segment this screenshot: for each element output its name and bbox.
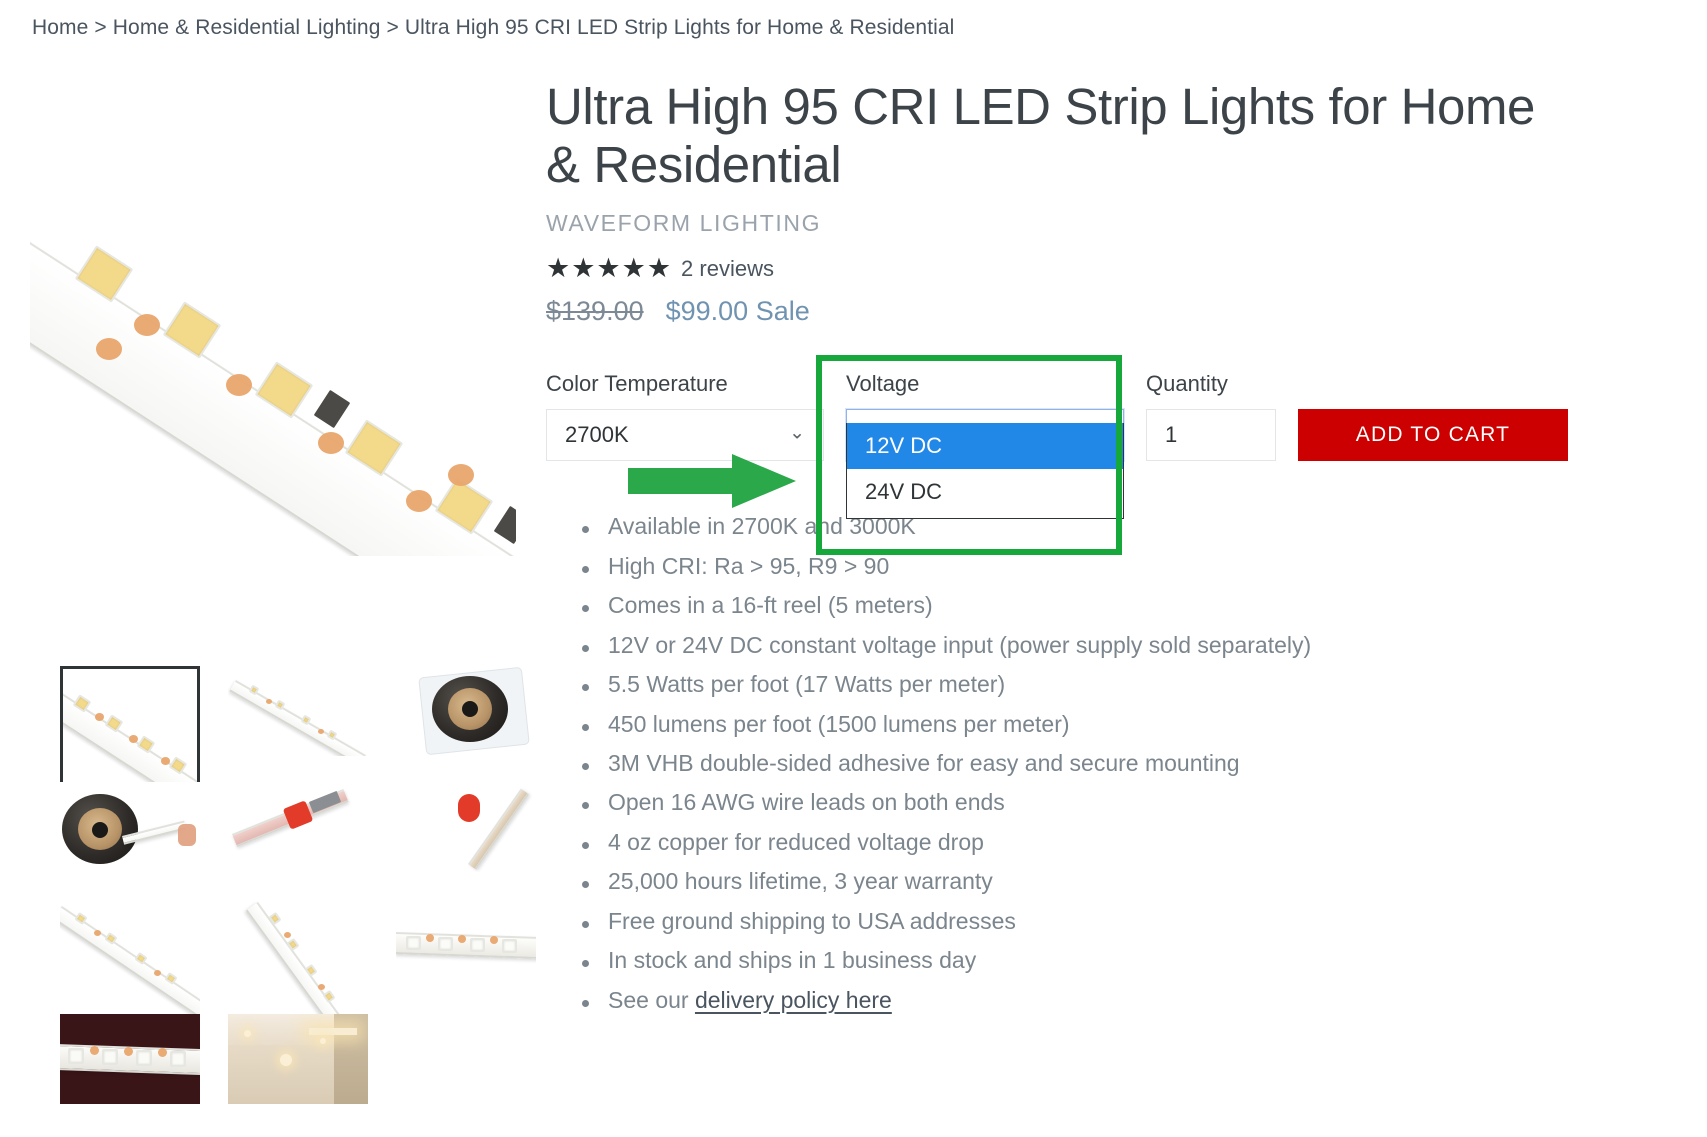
price-original: $139.00 bbox=[546, 296, 644, 327]
breadcrumb-item-category[interactable]: Home & Residential Lighting bbox=[113, 16, 381, 39]
thumbnail-reel-in-bag[interactable] bbox=[396, 666, 536, 756]
rating-row: ★★★★★ 2 reviews bbox=[546, 255, 1676, 282]
delivery-policy-link[interactable]: delivery policy here bbox=[695, 987, 892, 1013]
list-item: In stock and ships in 1 business day bbox=[582, 948, 1676, 988]
list-item: 4 oz copper for reduced voltage drop bbox=[582, 830, 1676, 870]
field-quantity: Quantity bbox=[1146, 371, 1276, 462]
thumbnail-strip-angled[interactable] bbox=[228, 666, 368, 756]
product-page: Home > Home & Residential Lighting > Ultra H… bbox=[0, 0, 1707, 1137]
thumbnail-room-install[interactable] bbox=[228, 1014, 368, 1104]
hero-image[interactable] bbox=[30, 86, 516, 556]
thumbnail-strip-steep[interactable] bbox=[228, 898, 368, 1020]
list-item-delivery: See our delivery policy here bbox=[582, 986, 1676, 1028]
list-item: Open 16 AWG wire leads on both ends bbox=[582, 791, 1676, 830]
list-item: High CRI: Ra > 95, R9 > 90 bbox=[582, 554, 1676, 594]
voltage-option-12v[interactable]: 12V DC bbox=[847, 423, 1123, 470]
breadcrumb: Home > Home & Residential Lighting > Ultra H… bbox=[32, 16, 954, 40]
product-gallery bbox=[30, 86, 536, 1104]
product-detail: Ultra High 95 CRI LED Strip Lights for H… bbox=[546, 78, 1676, 1044]
price-current: $99.00 bbox=[665, 296, 749, 327]
list-item: 3M VHB double-sided adhesive for easy an… bbox=[582, 751, 1676, 791]
breadcrumb-item-home[interactable]: Home bbox=[32, 16, 88, 39]
list-item: 5.5 Watts per foot (17 Watts per meter) bbox=[582, 672, 1676, 712]
list-item: 12V or 24V DC constant voltage input (po… bbox=[582, 633, 1676, 673]
breadcrumb-item-current: Ultra High 95 CRI LED Strip Lights for H… bbox=[404, 16, 955, 39]
list-item: 25,000 hours lifetime, 3 year warranty bbox=[582, 869, 1676, 909]
reviews-count[interactable]: 2 reviews bbox=[681, 256, 774, 282]
add-to-cart-button[interactable]: ADD TO CART bbox=[1298, 409, 1568, 462]
list-item: Free ground shipping to USA addresses bbox=[582, 909, 1676, 949]
field-voltage: Voltage 12V DC ⌄ 12V DC 24V DC bbox=[846, 371, 1124, 520]
price-row: $139.00 $99.00 Sale bbox=[546, 296, 1676, 327]
breadcrumb-separator: > bbox=[386, 16, 399, 39]
list-item: 450 lumens per foot (1500 lumens per met… bbox=[582, 712, 1676, 752]
list-item: Available in 2700K and 3000K bbox=[582, 514, 1676, 554]
color-temperature-select[interactable]: 2700K ⌄ bbox=[546, 409, 824, 462]
thumbnail-reel-unrolled[interactable] bbox=[60, 782, 200, 872]
star-rating-icon: ★★★★★ bbox=[546, 253, 673, 284]
quantity-label: Quantity bbox=[1146, 371, 1228, 397]
voltage-option-24v[interactable]: 24V DC bbox=[847, 469, 1123, 515]
quantity-input[interactable] bbox=[1146, 409, 1276, 462]
color-temperature-label: Color Temperature bbox=[546, 371, 728, 397]
chevron-down-icon: ⌄ bbox=[789, 422, 805, 444]
voltage-dropdown-list[interactable]: 12V DC 24V DC bbox=[846, 423, 1124, 520]
voltage-label: Voltage bbox=[846, 371, 920, 397]
thumbnail-strip-closeup[interactable] bbox=[60, 666, 200, 791]
thumbnail-strip-lit[interactable] bbox=[396, 898, 536, 988]
thumbnail-strip-red-tape[interactable] bbox=[396, 782, 536, 872]
thumbnail-grid bbox=[60, 666, 560, 1104]
page-title: Ultra High 95 CRI LED Strip Lights for H… bbox=[546, 78, 1536, 194]
feature-list: Available in 2700K and 3000K High CRI: R… bbox=[582, 514, 1676, 1028]
list-item: Comes in a 16-ft reel (5 meters) bbox=[582, 593, 1676, 633]
product-vendor: WAVEFORM LIGHTING bbox=[546, 210, 822, 237]
led-strip-illustration bbox=[30, 86, 516, 556]
product-options: Color Temperature 2700K ⌄ Voltage 12V DC… bbox=[546, 371, 1676, 520]
thumbnail-strip-red-connector[interactable] bbox=[228, 782, 368, 872]
breadcrumb-separator: > bbox=[94, 16, 107, 39]
field-color-temperature: Color Temperature 2700K ⌄ bbox=[546, 371, 824, 462]
sale-badge: Sale bbox=[755, 296, 810, 327]
color-temperature-value: 2700K bbox=[565, 422, 629, 448]
delivery-prefix: See our bbox=[608, 986, 695, 1013]
thumbnail-strip-on-red[interactable] bbox=[60, 1014, 200, 1104]
thumbnail-strip-diagonal[interactable] bbox=[60, 898, 200, 1020]
